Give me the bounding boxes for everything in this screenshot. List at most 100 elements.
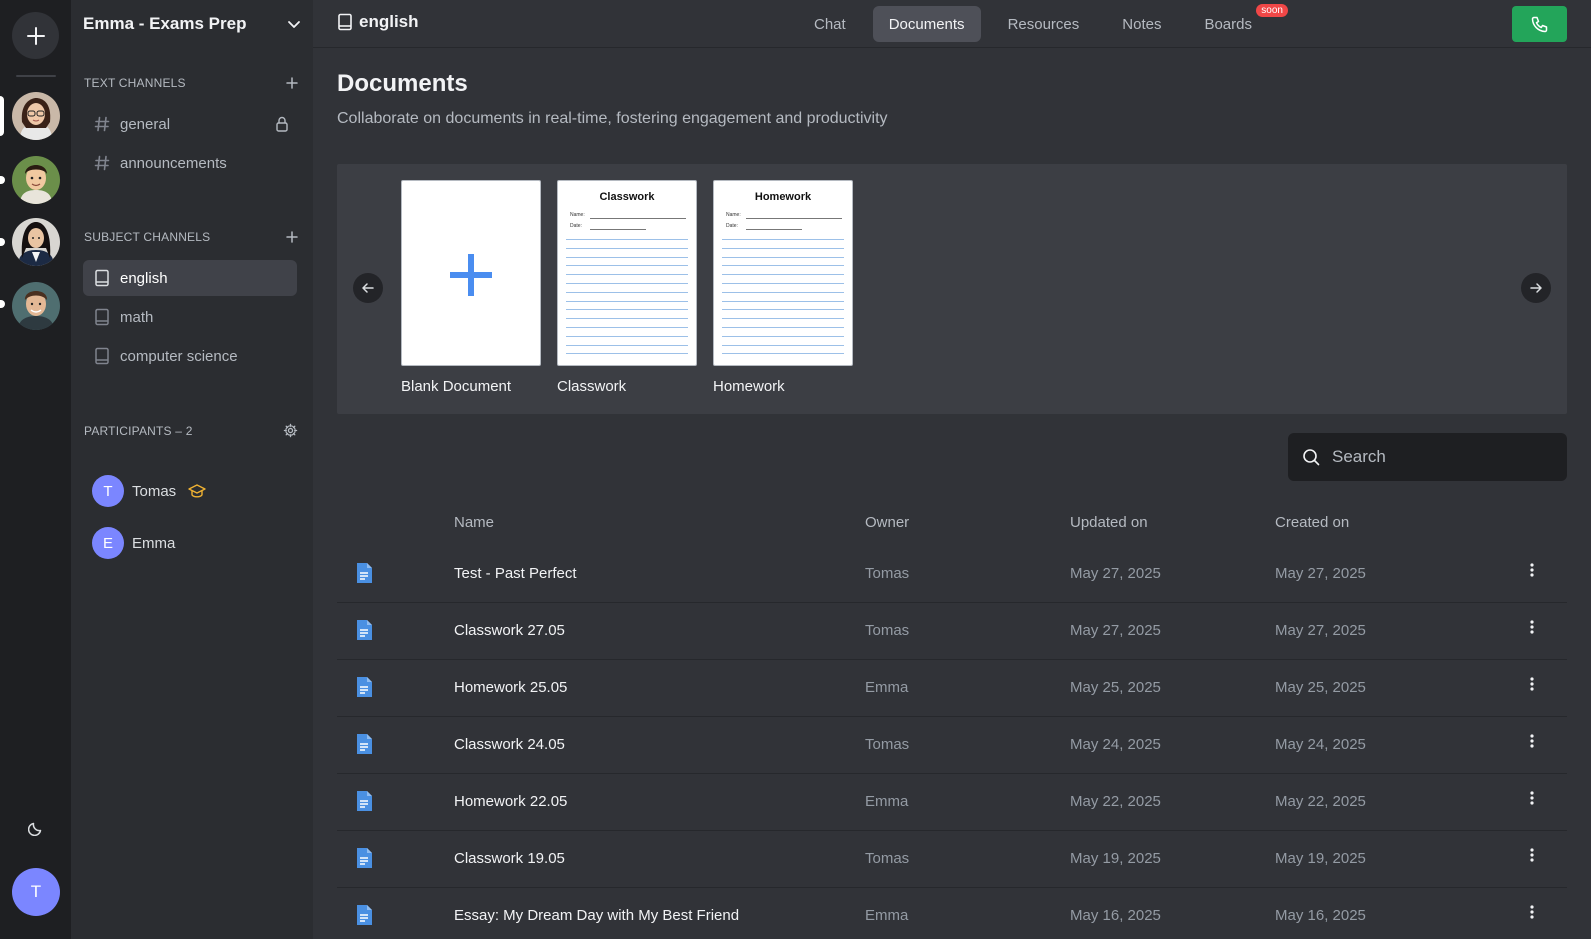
participant-tomas[interactable]: T Tomas (92, 475, 206, 507)
channel-general[interactable]: general (83, 106, 297, 142)
tab-chat[interactable]: Chat (798, 6, 862, 42)
add-subject-channel-icon[interactable] (286, 231, 298, 243)
channel-english[interactable]: english (83, 260, 297, 296)
ruled-line (566, 247, 688, 249)
table-row[interactable]: Classwork 27.05 Tomas May 27, 2025 May 2… (337, 603, 1567, 660)
book-icon (338, 13, 352, 31)
document-owner: Emma (865, 907, 909, 924)
document-created: May 22, 2025 (1275, 793, 1366, 810)
document-icon (355, 847, 373, 869)
avatar: E (92, 527, 124, 559)
tab-resources[interactable]: Resources (992, 6, 1096, 42)
column-header-created[interactable]: Created on (1275, 514, 1349, 531)
section-title: SUBJECT CHANNELS (84, 230, 211, 244)
server-avatar-2[interactable] (12, 156, 60, 204)
ruled-line (566, 344, 688, 346)
ruled-line (566, 265, 688, 267)
document-name[interactable]: Homework 22.05 (454, 793, 567, 810)
add-text-channel-icon[interactable] (286, 77, 298, 89)
subject-channels-header: SUBJECT CHANNELS (84, 230, 298, 244)
template-blank[interactable]: Blank Document (401, 180, 541, 395)
carousel-next-button[interactable] (1521, 273, 1551, 303)
top-bar: english Chat Documents Resources Notes B… (313, 0, 1591, 48)
channel-computer-science[interactable]: computer science (83, 338, 297, 374)
table-row[interactable]: Test - Past Perfect Tomas May 27, 2025 M… (337, 546, 1567, 603)
document-updated: May 27, 2025 (1070, 622, 1161, 639)
document-owner: Tomas (865, 622, 910, 639)
channel-label: general (120, 115, 171, 133)
more-options-button[interactable] (1530, 562, 1534, 578)
table-row[interactable]: Homework 25.05 Emma May 25, 2025 May 25,… (337, 660, 1567, 717)
template-homework[interactable]: Homework Name: Date: Homework (713, 180, 853, 395)
table-row[interactable]: Classwork 19.05 Tomas May 19, 2025 May 1… (337, 831, 1567, 888)
participants-header: PARTICIPANTS – 2 (84, 423, 298, 438)
document-owner: Tomas (865, 850, 910, 867)
more-options-button[interactable] (1530, 790, 1534, 806)
table-row[interactable]: Classwork 24.05 Tomas May 24, 2025 May 2… (337, 717, 1567, 774)
ruled-line (566, 318, 688, 320)
page-subtitle: Collaborate on documents in real-time, f… (337, 110, 888, 127)
arrow-right-icon (1530, 283, 1542, 293)
kebab-menu-icon (1530, 791, 1534, 805)
paper-underline (590, 229, 646, 230)
current-user-avatar[interactable]: T (12, 868, 60, 916)
more-options-button[interactable] (1530, 733, 1534, 749)
theme-toggle-button[interactable] (23, 815, 49, 841)
ruled-line (722, 318, 844, 320)
column-header-updated[interactable]: Updated on (1070, 514, 1148, 531)
document-search[interactable] (1288, 433, 1567, 481)
document-created: May 19, 2025 (1275, 850, 1366, 867)
document-name[interactable]: Classwork 27.05 (454, 622, 565, 639)
documents-table: Name Owner Updated on Created on Test - … (337, 498, 1567, 939)
ruled-line (566, 291, 688, 293)
tab-notes[interactable]: Notes (1106, 6, 1177, 42)
ruled-line (722, 247, 844, 249)
document-name[interactable]: Test - Past Perfect (454, 565, 577, 582)
template-classwork[interactable]: Classwork Name: Date: Classwork (557, 180, 697, 395)
server-unread-indicator (0, 176, 5, 184)
more-options-button[interactable] (1530, 847, 1534, 863)
ruled-line (722, 344, 844, 346)
server-header[interactable]: Emma - Exams Prep (83, 12, 301, 36)
document-owner: Emma (865, 793, 909, 810)
channel-math[interactable]: math (83, 299, 297, 335)
participant-emma[interactable]: E Emma (92, 527, 175, 559)
graduation-cap-icon (188, 484, 206, 498)
gear-icon[interactable] (283, 423, 298, 438)
server-avatar-3[interactable] (12, 218, 60, 266)
tab-documents[interactable]: Documents (872, 6, 981, 42)
carousel-prev-button[interactable] (353, 273, 383, 303)
ruled-line (566, 283, 688, 284)
more-options-button[interactable] (1530, 619, 1534, 635)
kebab-menu-icon (1530, 734, 1534, 748)
template-carousel: Blank Document Classwork Name: Date: Cla… (337, 164, 1567, 414)
paper-field-name: Name: (570, 212, 585, 218)
table-row[interactable]: Essay: My Dream Day with My Best Friend … (337, 888, 1567, 939)
document-icon (355, 619, 373, 641)
channel-announcements[interactable]: announcements (83, 145, 297, 181)
template-label: Homework (713, 378, 785, 395)
document-name[interactable]: Classwork 24.05 (454, 736, 565, 753)
more-options-button[interactable] (1530, 904, 1534, 920)
server-avatar-4[interactable] (12, 282, 60, 330)
man-cartoon-avatar-icon (12, 156, 60, 204)
channel-label: math (120, 308, 154, 326)
column-header-owner[interactable]: Owner (865, 514, 909, 531)
server-avatar-1[interactable] (12, 92, 60, 140)
document-updated: May 25, 2025 (1070, 679, 1161, 696)
document-name[interactable]: Essay: My Dream Day with My Best Friend (454, 907, 739, 924)
tab-boards[interactable]: Boards soon (1188, 4, 1288, 42)
more-options-button[interactable] (1530, 676, 1534, 692)
ruled-line (722, 265, 844, 267)
start-call-button[interactable] (1512, 6, 1567, 42)
document-name[interactable]: Homework 25.05 (454, 679, 567, 696)
document-icon (355, 904, 373, 926)
document-name[interactable]: Classwork 19.05 (454, 850, 565, 867)
table-row[interactable]: Homework 22.05 Emma May 22, 2025 May 22,… (337, 774, 1567, 831)
search-input[interactable] (1332, 447, 1552, 467)
add-server-button[interactable] (12, 12, 59, 59)
table-body: Test - Past Perfect Tomas May 27, 2025 M… (337, 546, 1567, 939)
search-icon (1303, 449, 1320, 466)
paper-underline (746, 218, 842, 219)
column-header-name[interactable]: Name (454, 514, 494, 531)
